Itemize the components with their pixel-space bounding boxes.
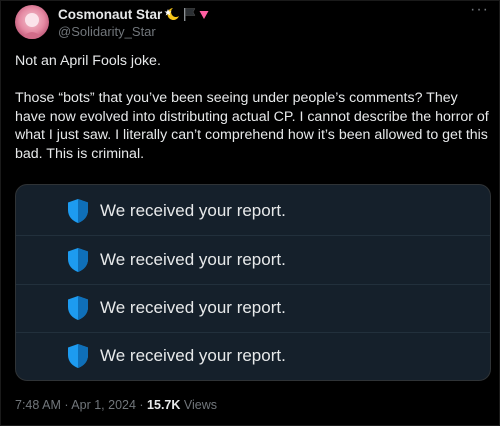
meta-separator: · xyxy=(60,398,72,412)
tweet-meta: 7:48 AM · Apr 1, 2024 · 15.7K Views xyxy=(15,398,217,412)
shield-check-icon xyxy=(68,296,88,320)
more-options-icon: ··· xyxy=(470,1,489,18)
report-message: We received your report. xyxy=(100,346,286,365)
tweet-date: Apr 1, 2024 xyxy=(71,398,136,412)
star-moon-emoji-icon xyxy=(164,8,180,20)
report-row: We received your report. xyxy=(16,236,490,284)
avatar[interactable] xyxy=(15,5,49,39)
report-message: We received your report. xyxy=(100,298,286,317)
views-label: Views xyxy=(180,398,217,412)
meta-separator: · xyxy=(135,398,148,412)
avatar-image xyxy=(15,5,49,39)
tweet-paragraph: Not an April Fools joke. xyxy=(15,53,161,69)
black-flag-icon xyxy=(184,8,196,21)
author-handle[interactable]: @Solidarity_Star xyxy=(58,24,156,39)
views-link[interactable]: 15.7K Views xyxy=(147,398,217,412)
views-count: 15.7K xyxy=(147,398,181,412)
tweet-text: Not an April Fools joke. Those “bots” th… xyxy=(15,52,491,163)
shield-check-icon xyxy=(68,248,88,272)
report-message: We received your report. xyxy=(100,201,286,220)
tweet-post: Cosmonaut Star @Solidarity_Star ··· Not … xyxy=(0,0,500,426)
shield-check-icon xyxy=(68,199,88,223)
more-options-button[interactable]: ··· xyxy=(470,1,489,19)
report-row: We received your report. xyxy=(16,187,490,235)
tweet-time: 7:48 AM xyxy=(15,398,61,412)
report-message: We received your report. xyxy=(100,250,286,269)
media-card[interactable]: We received your report. We received you… xyxy=(15,184,491,381)
tweet-time-link[interactable]: 7:48 AM · Apr 1, 2024 xyxy=(15,398,136,412)
report-row: We received your report. xyxy=(16,284,490,332)
shield-check-icon xyxy=(68,344,88,368)
author-name-row: Cosmonaut Star xyxy=(58,5,210,23)
report-row: We received your report. xyxy=(16,332,490,380)
pink-triangle-icon xyxy=(199,11,209,19)
tweet-paragraph: Those “bots” that you’ve been seeing und… xyxy=(15,90,489,162)
display-name[interactable]: Cosmonaut Star xyxy=(58,7,162,22)
